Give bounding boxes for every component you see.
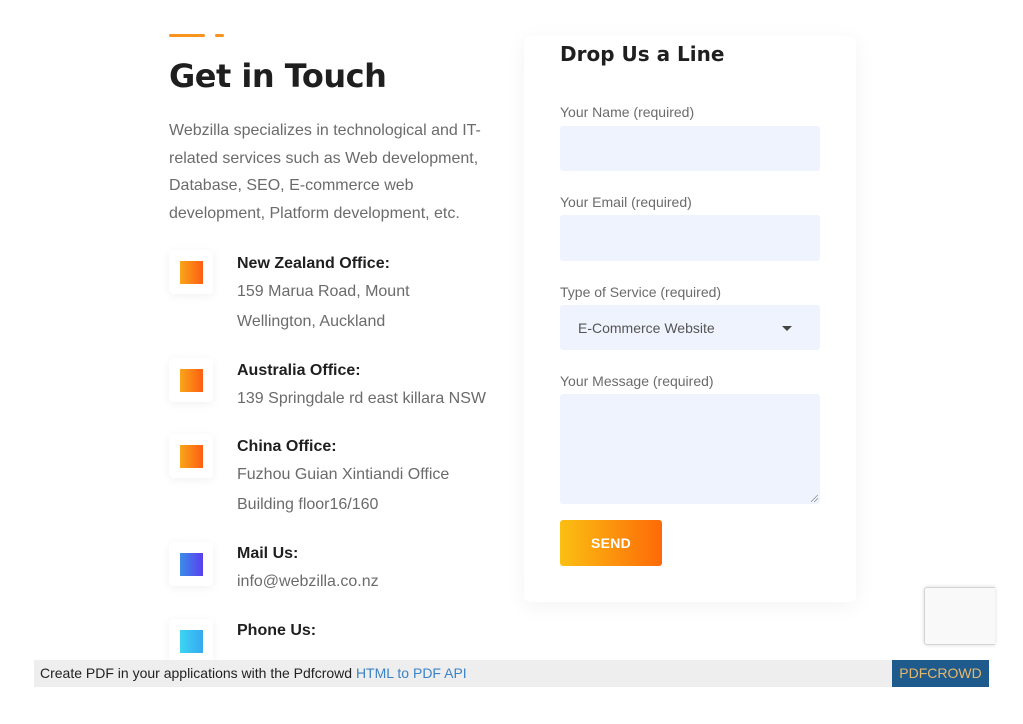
message-field[interactable]	[560, 394, 820, 504]
phone-title: Phone Us:	[237, 622, 317, 639]
service-select[interactable]: E-Commerce Website	[560, 305, 820, 350]
service-label: Type of Service (required)	[560, 284, 722, 300]
name-field[interactable]	[560, 126, 820, 171]
office-china: China Office: Fuzhou Guian Xintiandi Off…	[169, 434, 509, 524]
heading-accent-line	[169, 34, 205, 37]
pdfcrowd-footer: Create PDF in your applications with the…	[34, 660, 989, 687]
location-icon	[169, 358, 213, 402]
mail-us: Mail Us: info@webzilla.co.nz	[169, 542, 509, 602]
recaptcha-badge[interactable]	[924, 587, 995, 645]
office-title: Australia Office:	[237, 362, 361, 379]
page-title: Get in Touch	[169, 57, 387, 95]
phone-us: Phone Us:	[169, 619, 509, 663]
chevron-down-icon	[782, 326, 792, 331]
office-address: 159 Marua Road, Mount Wellington, Auckla…	[237, 283, 410, 330]
name-label: Your Name (required)	[560, 104, 695, 120]
location-icon	[169, 250, 213, 294]
phone-icon	[169, 619, 213, 663]
email-field[interactable]	[560, 215, 820, 261]
resize-handle-icon[interactable]	[811, 495, 818, 502]
message-label: Your Message (required)	[560, 373, 714, 389]
heading-accent-dash	[215, 34, 224, 37]
mail-address[interactable]: info@webzilla.co.nz	[237, 567, 507, 597]
form-title: Drop Us a Line	[560, 42, 725, 66]
service-selected-value: E-Commerce Website	[578, 320, 715, 336]
office-title: New Zealand Office:	[237, 255, 390, 272]
location-icon	[169, 434, 213, 478]
footer-message: Create PDF in your applications with the…	[40, 665, 356, 681]
office-title: China Office:	[237, 438, 337, 455]
office-new-zealand: New Zealand Office: 159 Marua Road, Moun…	[169, 250, 509, 330]
footer-text: Create PDF in your applications with the…	[40, 665, 467, 682]
footer-api-link[interactable]: HTML to PDF API	[356, 665, 467, 681]
office-australia: Australia Office: 139 Springdale rd east…	[169, 358, 509, 418]
pdfcrowd-brand-link[interactable]: PDFCROWD	[892, 660, 989, 687]
intro-text: Webzilla specializes in technological an…	[169, 122, 481, 222]
send-button[interactable]: SEND	[560, 520, 662, 566]
email-label: Your Email (required)	[560, 194, 692, 210]
office-address: Fuzhou Guian Xintiandi Office Building f…	[237, 466, 450, 513]
mail-title: Mail Us:	[237, 545, 299, 562]
office-address: 139 Springdale rd east killara NSW	[237, 390, 487, 407]
mail-icon	[169, 542, 213, 586]
